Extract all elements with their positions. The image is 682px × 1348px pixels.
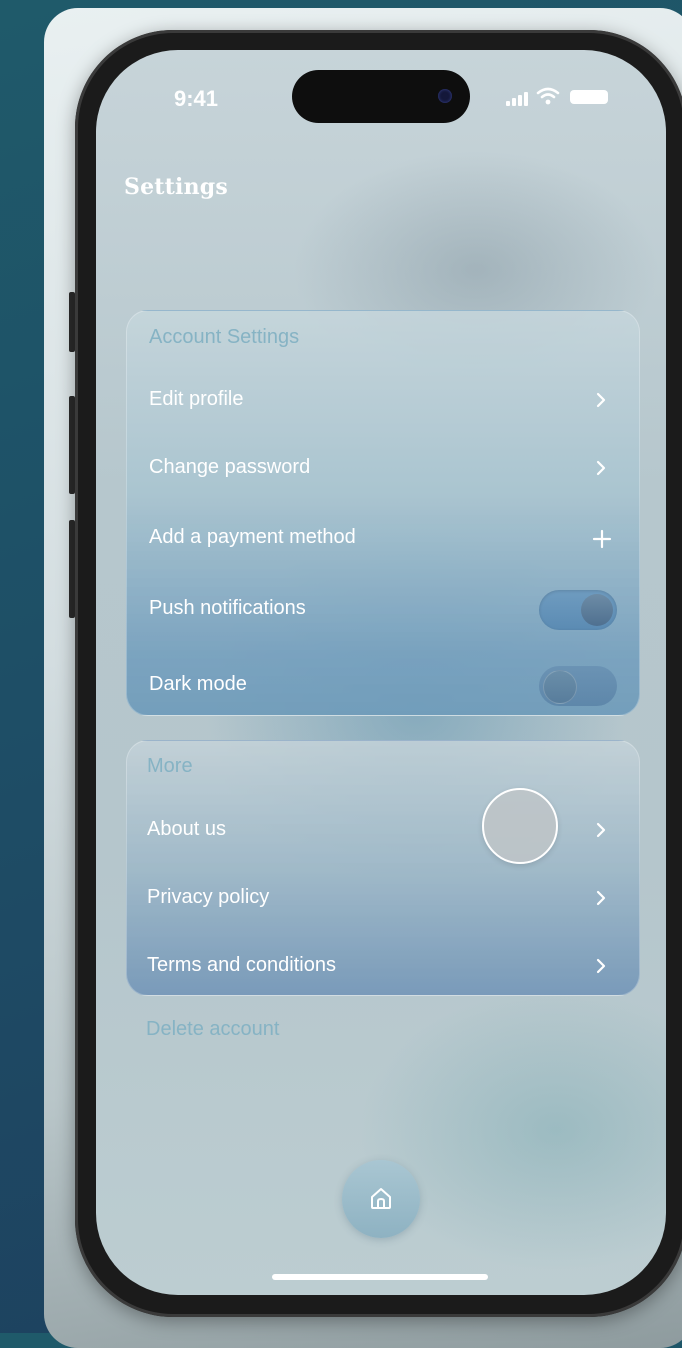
chevron-right-icon: [596, 460, 606, 476]
add-payment-method-row[interactable]: Add a payment method: [127, 509, 639, 569]
more-heading: More: [147, 755, 193, 777]
home-button[interactable]: [342, 1160, 420, 1238]
terms-and-conditions-row[interactable]: Terms and conditions: [127, 937, 639, 995]
about-us-row[interactable]: About us: [127, 801, 639, 861]
row-label: Change password: [149, 456, 311, 478]
plus-icon: [592, 529, 612, 549]
touch-indicator: [482, 788, 558, 864]
row-label: Terms and conditions: [147, 954, 336, 976]
status-time: 9:41: [174, 86, 219, 111]
more-card: More About us Privacy policy Terms and c…: [126, 740, 640, 996]
account-settings-heading: Account Settings: [149, 326, 300, 348]
signal-icon: [506, 92, 530, 106]
privacy-policy-row[interactable]: Privacy policy: [127, 869, 639, 929]
row-label: Edit profile: [149, 388, 244, 410]
dark-mode-row: Dark mode: [127, 656, 639, 715]
chevron-right-icon: [596, 392, 606, 408]
edit-profile-row[interactable]: Edit profile: [127, 371, 639, 431]
home-indicator[interactable]: [272, 1274, 488, 1280]
row-label: Privacy policy: [147, 886, 270, 908]
toggle-knob: [543, 670, 577, 704]
dynamic-island: [292, 70, 470, 123]
push-notifications-row: Push notifications: [127, 580, 639, 640]
home-icon: [371, 1188, 391, 1209]
chevron-right-icon: [596, 958, 606, 974]
phone-screen: 9:41 Settings Account Settings Edit prof…: [96, 50, 666, 1295]
dark-mode-toggle[interactable]: [539, 666, 617, 706]
camera-icon: [438, 89, 452, 103]
battery-icon: [570, 90, 608, 104]
row-label: About us: [147, 818, 226, 840]
row-label: Push notifications: [149, 597, 306, 619]
account-settings-card: Account Settings Edit profile Change pas…: [126, 310, 640, 716]
row-label: Dark mode: [149, 673, 247, 695]
row-label: Add a payment method: [149, 526, 356, 548]
page-title: Settings: [124, 174, 228, 200]
chevron-right-icon: [596, 890, 606, 906]
chevron-right-icon: [596, 822, 606, 838]
push-notifications-toggle[interactable]: [539, 590, 617, 630]
delete-account-link[interactable]: Delete account: [146, 1018, 279, 1041]
change-password-row[interactable]: Change password: [127, 439, 639, 499]
toggle-knob: [581, 594, 613, 626]
wifi-icon: [536, 87, 560, 105]
